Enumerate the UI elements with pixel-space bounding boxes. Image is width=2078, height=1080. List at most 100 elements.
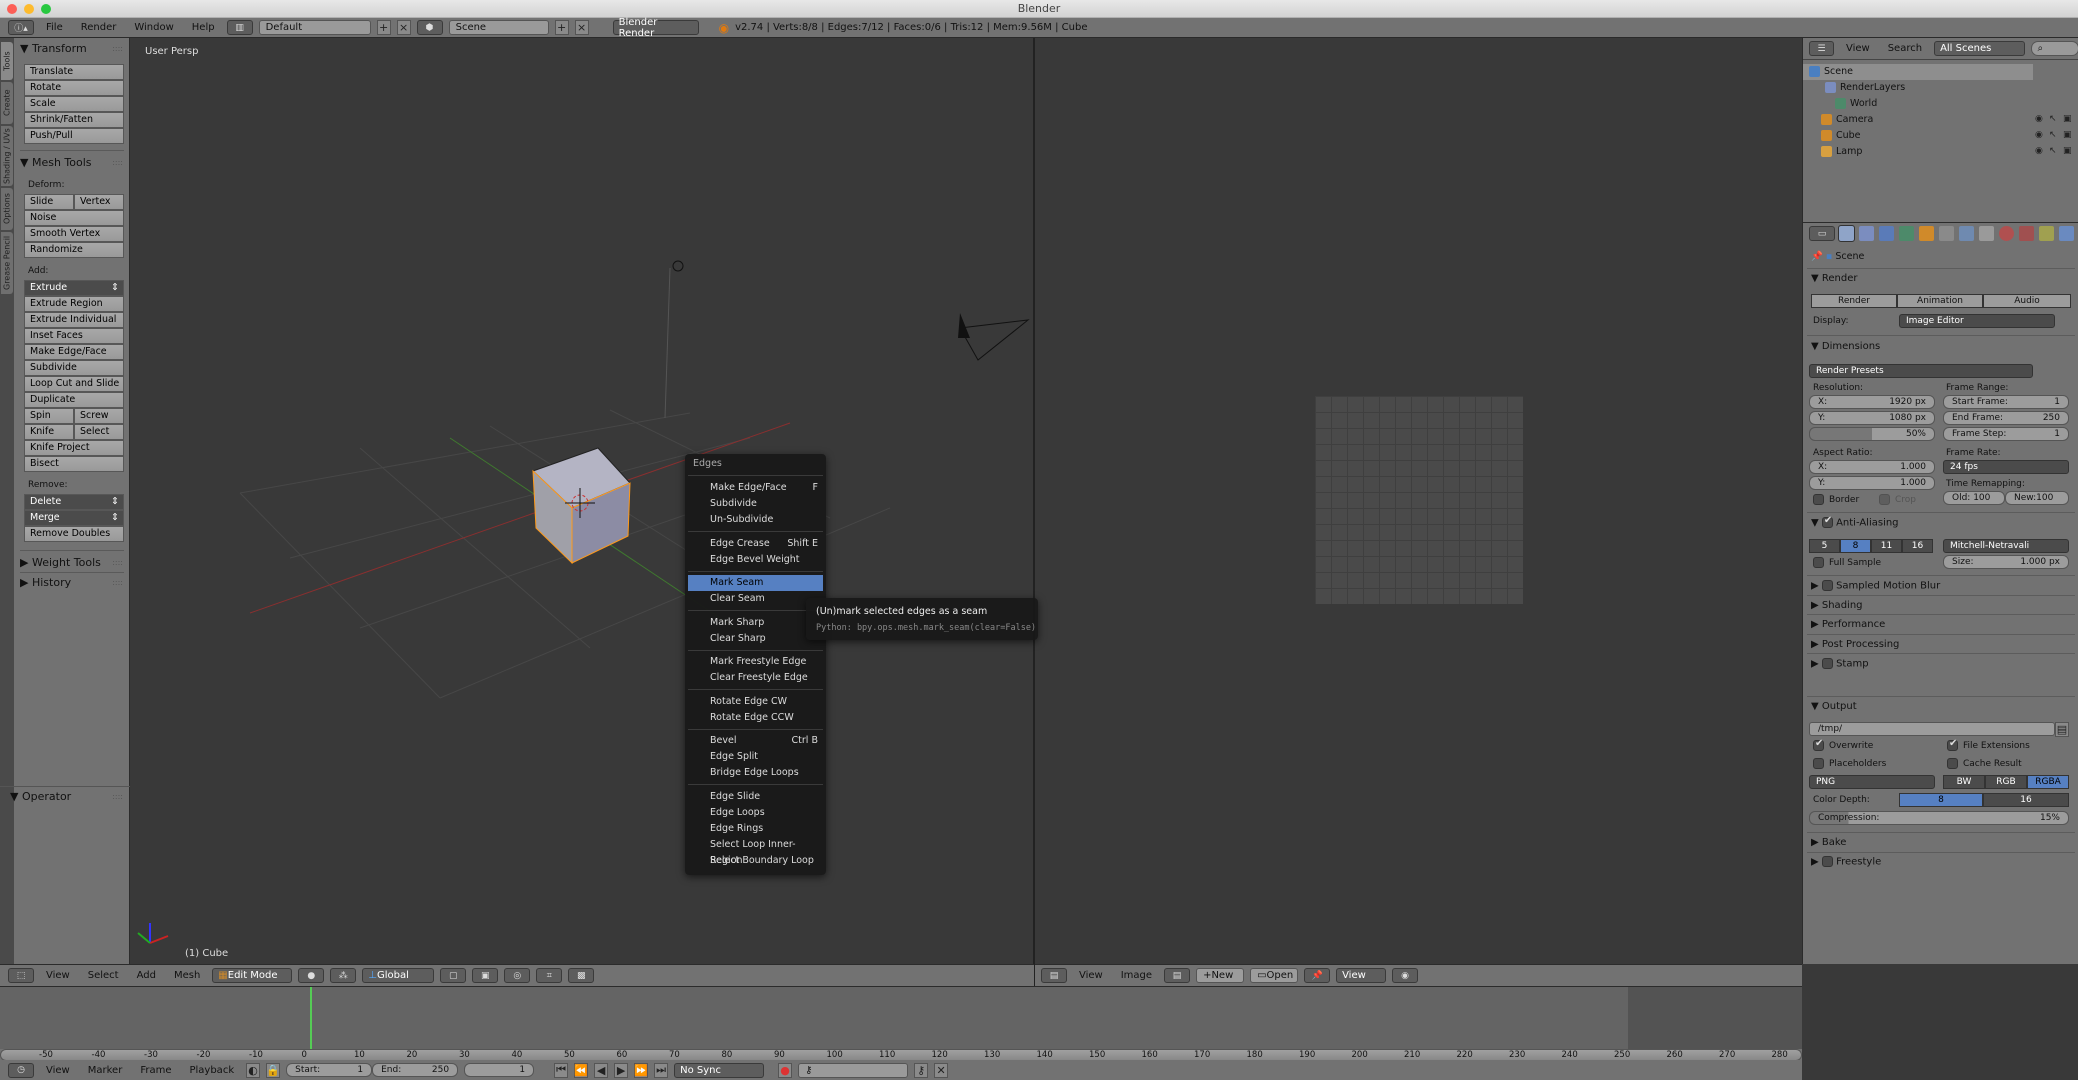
aa-sample-11[interactable]: 11 xyxy=(1871,539,1902,553)
menu-item[interactable]: Rotate Edge CW xyxy=(688,694,823,710)
history-panel-header[interactable]: ▶ History xyxy=(20,576,71,589)
push-pull-button[interactable]: Push/Pull xyxy=(24,128,124,144)
render-panel-header[interactable]: ▼ Render xyxy=(1811,273,1857,284)
display-mode-dropdown[interactable]: All Scenes xyxy=(1934,41,2025,56)
render-layers-tab-icon[interactable] xyxy=(1859,226,1874,241)
keying-set-field[interactable]: ⚷ xyxy=(798,1062,909,1078)
outliner-editor-type-icon[interactable]: ☰ xyxy=(1809,41,1834,56)
resolution-x-field[interactable]: X: 1920 px xyxy=(1809,395,1935,409)
preview-range-icon[interactable]: ◐ xyxy=(246,1062,261,1078)
jump-keyframe-forward-icon[interactable]: ⏩ xyxy=(634,1062,649,1078)
constraints-tab-icon[interactable] xyxy=(1939,226,1954,241)
info-editor-type-icon[interactable]: ⓘ▴ xyxy=(8,20,34,35)
transform-panel-header[interactable]: ▼ Transform xyxy=(20,42,87,55)
3d-menu-mesh[interactable]: Mesh xyxy=(168,970,206,981)
image-menu-view[interactable]: View xyxy=(1073,970,1109,981)
timeline-menu-frame[interactable]: Frame xyxy=(134,1065,177,1076)
layout-field[interactable]: Default xyxy=(258,20,371,35)
weight-tools-panel-header[interactable]: ▶ Weight Tools xyxy=(20,556,101,569)
randomize-button[interactable]: Randomize xyxy=(24,242,124,258)
aa-sample-8[interactable]: 8 xyxy=(1840,539,1871,553)
collapsed-panel-header[interactable]: ▶ Sampled Motion Blur xyxy=(1811,580,1940,592)
current-frame-indicator[interactable] xyxy=(310,987,312,1049)
pivot-icon[interactable]: ◉ xyxy=(1392,968,1419,983)
end-field[interactable]: End: 250 xyxy=(372,1063,459,1077)
menu-item[interactable]: Edge Loops xyxy=(688,805,823,821)
extrude-dropdown[interactable]: Extrude ⇕ xyxy=(24,280,124,296)
close-window-button[interactable] xyxy=(7,4,17,14)
shrink-fatten-button[interactable]: Shrink/Fatten xyxy=(24,112,124,128)
spin-button[interactable]: Spin xyxy=(24,408,74,424)
sync-dropdown[interactable]: No Sync xyxy=(674,1062,765,1078)
panel-enable-checkbox[interactable] xyxy=(1821,580,1833,591)
freestyle-panel-header[interactable]: ▶ Freestyle xyxy=(1811,856,1881,868)
noise-button[interactable]: Noise xyxy=(24,210,124,226)
image-menu-image[interactable]: Image xyxy=(1115,970,1158,981)
extrude-individual-button[interactable]: Extrude Individual xyxy=(24,312,124,328)
menu-item[interactable]: Clear Freestyle Edge xyxy=(688,670,823,686)
menu-render[interactable]: Render xyxy=(75,22,123,33)
border-checkbox[interactable] xyxy=(1813,494,1824,505)
make-edge-face-button[interactable]: Make Edge/Face xyxy=(24,344,124,360)
full-sample-checkbox[interactable] xyxy=(1813,557,1824,568)
menu-item[interactable]: Mark Freestyle Edge xyxy=(688,654,823,670)
pivot-point-icon[interactable]: ⁂ xyxy=(330,968,357,983)
aspect-y-field[interactable]: Y: 1.000 xyxy=(1809,476,1935,490)
image-editor-type-icon[interactable]: ▤ xyxy=(1041,968,1067,983)
loop-cut-button[interactable]: Loop Cut and Slide xyxy=(24,376,124,392)
merge-dropdown[interactable]: Merge ⇕ xyxy=(24,510,124,526)
pin-icon[interactable]: 📌 xyxy=(1304,968,1331,983)
subdivide-button[interactable]: Subdivide xyxy=(24,360,124,376)
record-icon[interactable]: ● xyxy=(778,1062,793,1078)
channel-rgb[interactable]: RGB xyxy=(1985,775,2027,789)
remap-old-field[interactable]: Old: 100 xyxy=(1943,491,2005,505)
insert-keyframe-icon[interactable]: ⚷ xyxy=(914,1062,929,1078)
render-button[interactable]: Render xyxy=(1811,294,1897,308)
snap-icon[interactable]: ⌗ xyxy=(536,968,563,983)
translate-button[interactable]: Translate xyxy=(24,64,124,80)
current-frame-field[interactable]: 1 xyxy=(464,1063,535,1077)
proportional-editing-icon[interactable]: ◎ xyxy=(504,968,531,983)
menu-item[interactable]: Edge Bevel Weight xyxy=(688,552,823,568)
remap-new-field[interactable]: New:100 xyxy=(2005,491,2069,505)
collapsed-panel-header[interactable]: ▶ Post Processing xyxy=(1811,639,1899,650)
slide-vertex-button[interactable]: Vertex xyxy=(74,194,124,210)
remove-doubles-button[interactable]: Remove Doubles xyxy=(24,526,124,542)
display-dropdown[interactable]: Image Editor xyxy=(1899,314,2055,328)
timeline-editor-type-icon[interactable]: ◷ xyxy=(8,1062,34,1078)
antialiasing-panel-header[interactable]: ▼ Anti-Aliasing xyxy=(1811,515,1899,529)
eye-icon[interactable]: ◉ xyxy=(2035,114,2043,124)
color-depth-16[interactable]: 16 xyxy=(1983,793,2069,807)
outliner-item[interactable]: World xyxy=(1803,96,2033,112)
outliner-menu-search[interactable]: Search xyxy=(1882,43,1928,54)
tab-options[interactable]: Options xyxy=(1,188,13,230)
minimize-window-button[interactable] xyxy=(24,4,34,14)
file-extensions-checkbox[interactable] xyxy=(1947,738,1958,751)
outliner-item[interactable]: Lamp xyxy=(1803,144,2033,160)
menu-item[interactable]: Select Boundary Loop xyxy=(688,853,823,869)
menu-item[interactable]: Edge Rings xyxy=(688,821,823,837)
placeholders-checkbox[interactable] xyxy=(1813,758,1824,769)
outliner-item[interactable]: Cube xyxy=(1803,128,2033,144)
folder-icon[interactable]: ▤ xyxy=(2055,722,2069,737)
add-scene-icon[interactable]: + xyxy=(554,20,569,35)
menu-item[interactable]: Rotate Edge CCW xyxy=(688,710,823,726)
object-tab-icon[interactable] xyxy=(1919,226,1934,241)
audio-button[interactable]: Audio xyxy=(1983,294,2071,308)
outliner-item[interactable]: RenderLayers xyxy=(1803,80,2033,96)
render-visibility-icon[interactable]: ▣ xyxy=(2063,146,2072,156)
duplicate-button[interactable]: Duplicate xyxy=(24,392,124,408)
3d-menu-view[interactable]: View xyxy=(40,970,76,981)
new-image-button[interactable]: + New xyxy=(1196,968,1245,983)
knife-select-button[interactable]: Select xyxy=(74,424,124,440)
smooth-vertex-button[interactable]: Smooth Vertex xyxy=(24,226,124,242)
particles-tab-icon[interactable] xyxy=(2039,226,2054,241)
timeline-menu-playback[interactable]: Playback xyxy=(183,1065,240,1076)
menu-item[interactable]: Clear Sharp xyxy=(688,631,823,647)
image-view-dropdown[interactable]: View xyxy=(1336,968,1387,983)
3d-editor-type-icon[interactable]: ⬚ xyxy=(8,968,34,983)
overwrite-checkbox[interactable] xyxy=(1813,738,1824,751)
start-field[interactable]: Start: 1 xyxy=(286,1063,373,1077)
render-engine-dropdown[interactable]: Blender Render xyxy=(612,17,699,39)
output-panel-header[interactable]: ▼ Output xyxy=(1811,701,1857,712)
